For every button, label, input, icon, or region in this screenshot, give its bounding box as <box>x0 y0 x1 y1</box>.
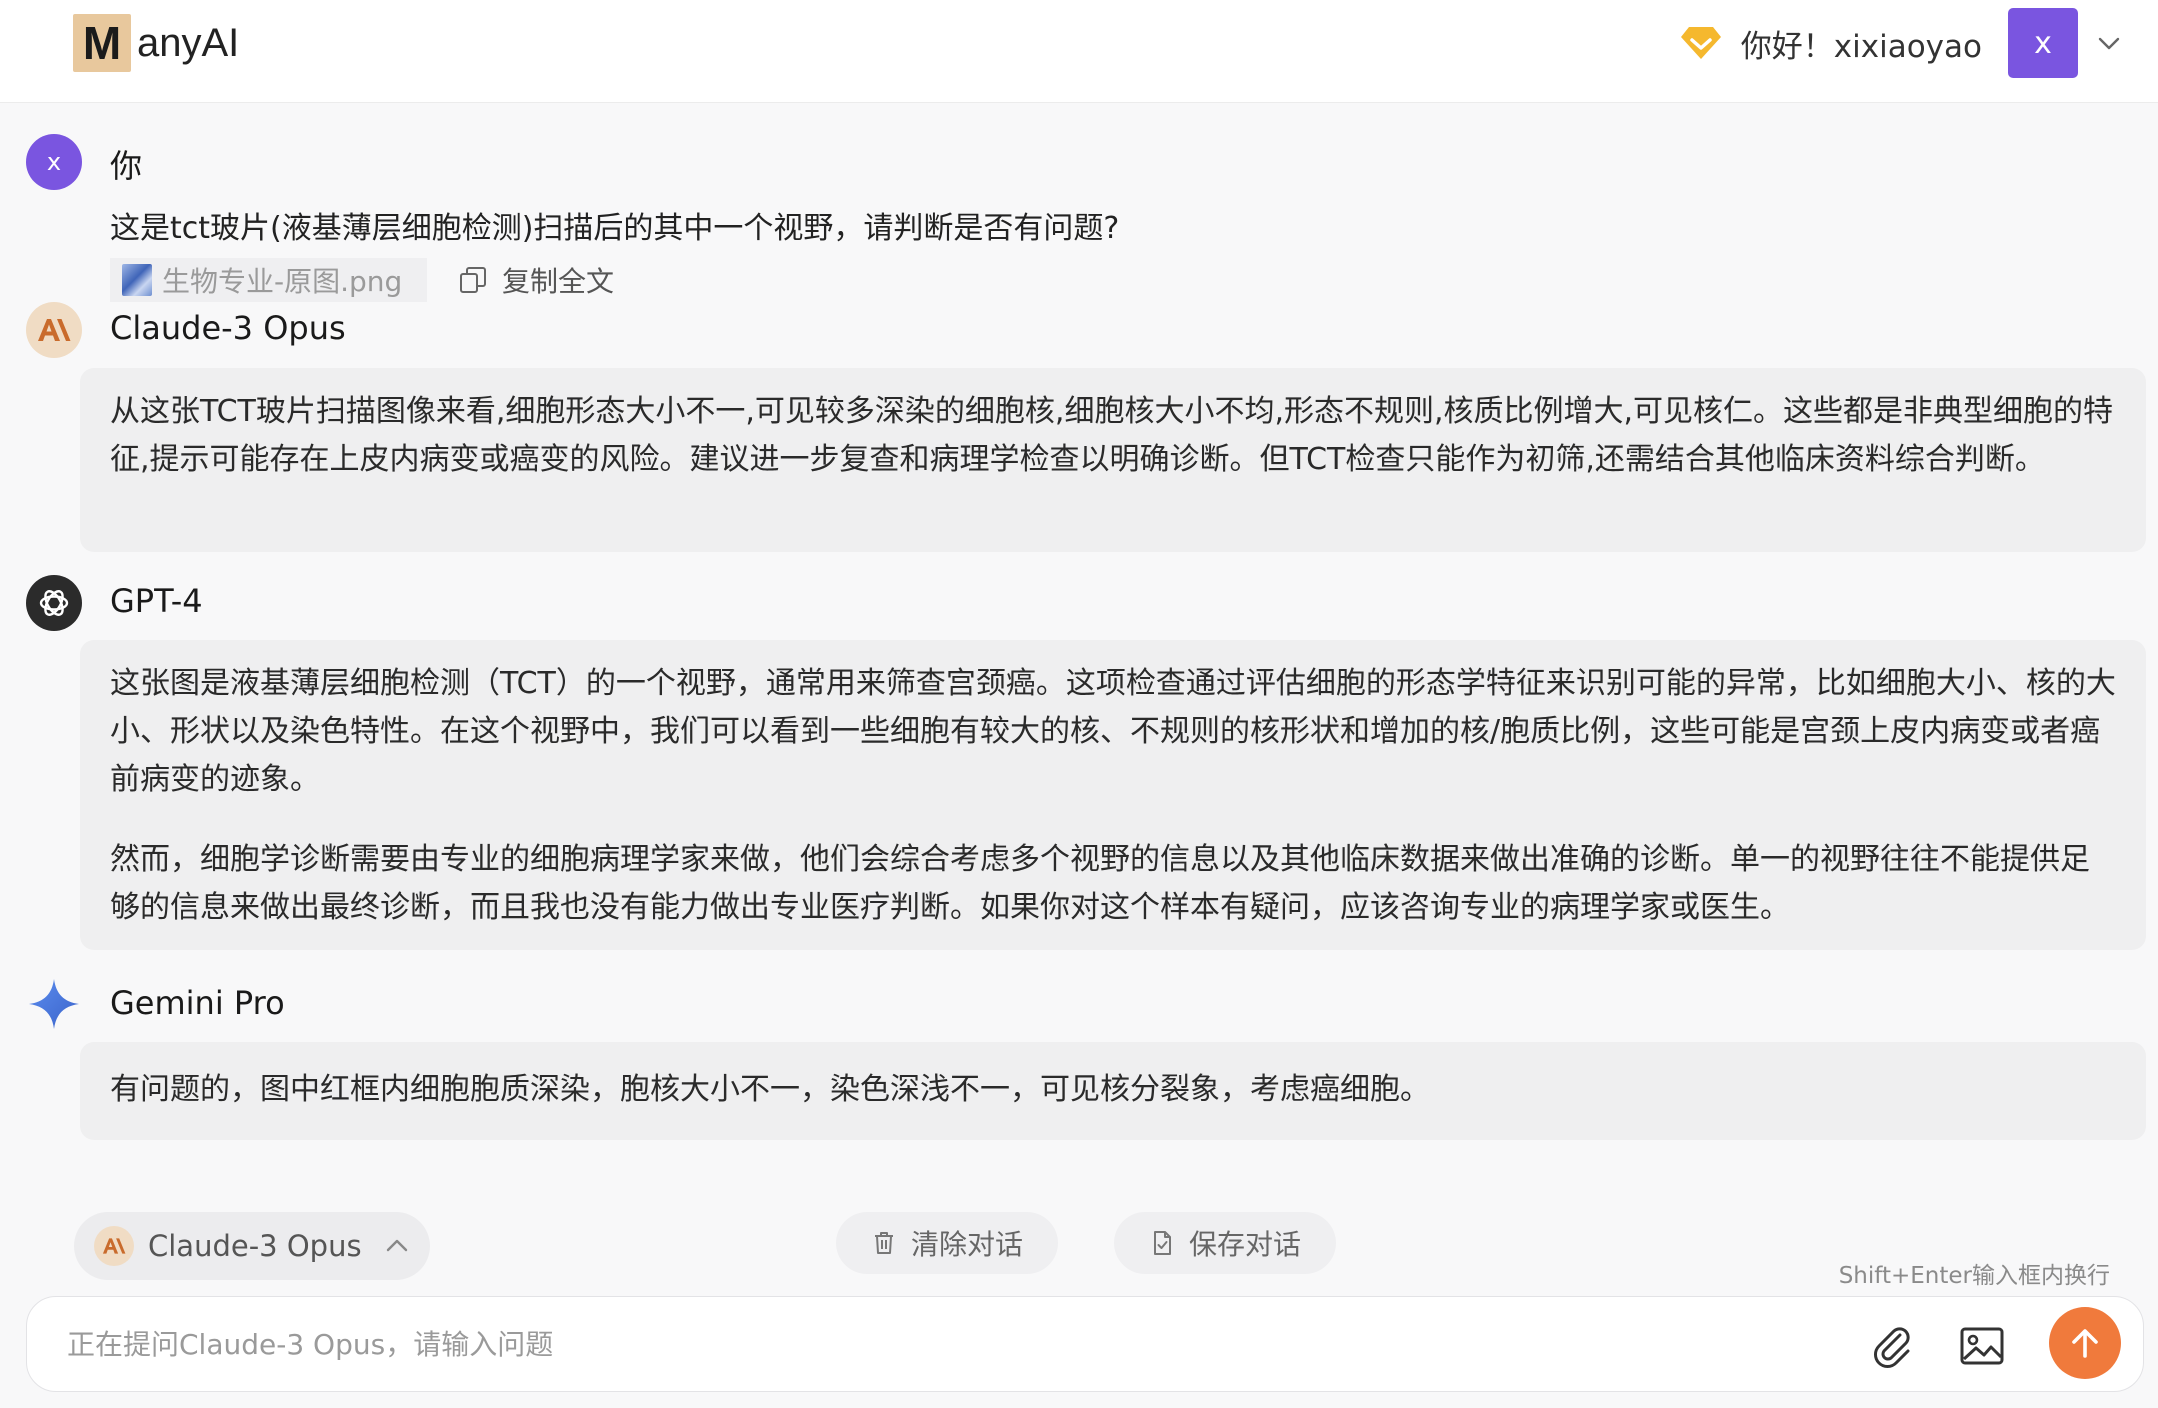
user-avatar: x <box>26 134 82 190</box>
gemini-name: Gemini Pro <box>110 984 285 1022</box>
paperclip-icon[interactable] <box>1867 1321 1917 1371</box>
response-paragraph: 这张图是液基薄层细胞检测（TCT）的一个视野，通常用来筛查宫颈癌。这项检查通过评… <box>110 666 2116 797</box>
gemini-response: 有问题的，图中红框内细胞胞质深染，胞核大小不一，染色深浅不一，可见核分裂象，考虑… <box>80 1042 2146 1140</box>
save-chat-label: 保存对话 <box>1188 1228 1301 1261</box>
greeting-text: 你好！xixiaoyao <box>1740 28 1982 65</box>
chevron-up-icon <box>386 1239 407 1252</box>
gemini-sparkle-icon <box>29 979 79 1029</box>
trash-icon <box>874 1232 893 1254</box>
question-input[interactable] <box>67 1321 1767 1367</box>
user-name: 你 <box>110 147 143 185</box>
clear-chat-button[interactable]: 清除对话 <box>836 1212 1058 1274</box>
logo-mark: M <box>73 14 131 72</box>
gpt-name: GPT-4 <box>110 582 203 620</box>
attachment-chip[interactable]: 生物专业-原图.png <box>110 258 427 302</box>
claude-model-icon <box>94 1226 134 1266</box>
image-icon[interactable] <box>1957 1321 2007 1371</box>
model-selector[interactable]: Claude-3 Opus <box>74 1212 430 1280</box>
user-question: 这是tct玻片(液基薄层细胞检测)扫描后的其中一个视野，请判断是否有问题? <box>110 211 1120 246</box>
claude-name: Claude-3 Opus <box>110 309 346 347</box>
gpt-response: 这张图是液基薄层细胞检测（TCT）的一个视野，通常用来筛查宫颈癌。这项检查通过评… <box>80 640 2146 950</box>
logo[interactable]: M anyAI <box>73 14 239 72</box>
send-button[interactable] <box>2049 1307 2121 1379</box>
logo-text: anyAI <box>137 20 240 65</box>
response-paragraph: 从这张TCT玻片扫描图像来看,细胞形态大小不一,可见较多深染的细胞核,细胞核大小… <box>110 394 2114 477</box>
save-chat-button[interactable]: 保存对话 <box>1114 1212 1336 1274</box>
copy-all-button[interactable]: 复制全文 <box>458 260 614 300</box>
anthropic-icon <box>38 319 71 341</box>
chevron-down-icon[interactable] <box>2096 30 2122 56</box>
copy-all-label: 复制全文 <box>502 265 615 298</box>
anthropic-icon <box>102 1238 126 1254</box>
composer <box>26 1296 2144 1392</box>
copy-icon <box>460 267 486 293</box>
attachment-thumbnail <box>122 264 152 296</box>
attachment-filename: 生物专业-原图.png <box>162 265 403 298</box>
app-header: M anyAI 你好！xixiaoyao x <box>0 0 2158 103</box>
gpt-avatar <box>26 575 82 631</box>
model-selector-label: Claude-3 Opus <box>148 1229 362 1263</box>
diamond-icon[interactable] <box>1679 21 1723 65</box>
claude-response: 从这张TCT玻片扫描图像来看,细胞形态大小不一,可见较多深染的细胞核,细胞核大小… <box>80 368 2146 552</box>
save-file-icon <box>1153 1231 1171 1255</box>
arrow-up-icon <box>2072 1329 2098 1358</box>
clear-chat-label: 清除对话 <box>910 1228 1023 1261</box>
claude-avatar <box>26 302 82 358</box>
response-paragraph: 有问题的，图中红框内细胞胞质深染，胞核大小不一，染色深浅不一，可见核分裂象，考虑… <box>110 1072 1430 1107</box>
gemini-avatar <box>26 976 82 1032</box>
newline-hint: Shift+Enter输入框内换行 <box>1838 1263 2110 1289</box>
avatar[interactable]: x <box>2008 8 2078 78</box>
response-paragraph: 然而，细胞学诊断需要由专业的细胞病理学家来做，他们会综合考虑多个视野的信息以及其… <box>110 842 2090 925</box>
openai-icon <box>39 590 69 616</box>
user-menu: 你好！xixiaoyao x <box>1679 8 2122 78</box>
